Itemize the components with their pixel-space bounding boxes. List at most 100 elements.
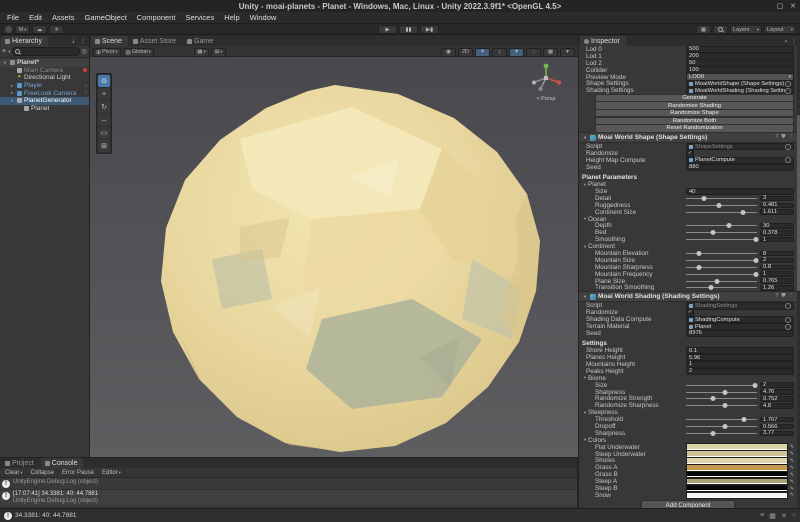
hierarchy-item-directional-light[interactable]: ☀Directional Light (0, 74, 89, 82)
grid-snap-icon[interactable]: ▦▾ (194, 48, 209, 57)
menu-file[interactable]: File (2, 13, 24, 22)
eyedropper-icon[interactable]: ✎ (790, 444, 794, 450)
eyedropper-icon[interactable]: ✎ (790, 458, 794, 464)
more-icon[interactable]: ⋮ (789, 293, 795, 300)
menu-edit[interactable]: Edit (24, 13, 47, 22)
object-picker-icon[interactable] (785, 317, 791, 323)
lighting-icon[interactable]: ☀ (475, 48, 490, 57)
hierarchy-menu-icon[interactable]: ⋮ (80, 38, 86, 45)
sharpness-value-field[interactable]: 4.76 (760, 389, 794, 395)
layers-dropdown[interactable]: Layers▾ (730, 25, 762, 34)
snap-increment-icon[interactable]: ⊞▾ (211, 48, 226, 57)
error-pause-button[interactable]: Error Pause (59, 468, 98, 477)
menu-help[interactable]: Help (219, 13, 244, 22)
slider-handle[interactable] (723, 403, 728, 408)
tab-game[interactable]: Game (183, 36, 219, 46)
play-button[interactable]: ▶ (378, 25, 397, 34)
view-tool[interactable]: ⊙ (98, 75, 110, 87)
activity-icon[interactable]: ≡ (760, 512, 764, 519)
gizmo-persp-label[interactable]: < Persp (526, 96, 566, 102)
slider-handle[interactable] (696, 251, 701, 256)
slider-handle[interactable] (752, 383, 757, 388)
hierarchy-item-planet[interactable]: Planet (0, 105, 89, 113)
grid-icon[interactable]: ▦ (543, 48, 558, 57)
maximize-icon[interactable]: ▢ (777, 2, 784, 10)
camera-preview-icon[interactable]: ◉ (441, 48, 456, 57)
hierarchy-item-main-camera[interactable]: Main Camera (0, 67, 89, 75)
smoothing-value-field[interactable]: 1 (760, 237, 794, 243)
slider-handle[interactable] (714, 279, 719, 284)
peaks-height-field[interactable]: 2 (686, 368, 794, 376)
expand-arrow-icon[interactable]: ▾ (2, 60, 8, 66)
sharpness-value-field[interactable]: 3.77 (760, 431, 794, 437)
plane-size-value-field[interactable]: 0.765 (760, 278, 794, 284)
slider-handle[interactable] (710, 230, 715, 235)
menu-gameobject[interactable]: GameObject (80, 13, 132, 22)
eyedropper-icon[interactable]: ✎ (790, 479, 794, 485)
tab-scene[interactable]: Scene (91, 36, 128, 46)
mountain-frequency-value-field[interactable]: 1 (760, 271, 794, 277)
hierarchy-item-planetgenerator[interactable]: ▾PlanetGenerator (0, 97, 89, 105)
object-picker-icon[interactable] (785, 157, 791, 163)
slider-handle[interactable] (753, 237, 758, 242)
menu-assets[interactable]: Assets (47, 13, 80, 22)
component-header-moai-world-shading-shading-settings[interactable]: ▾Moai World Shading (Shading Settings)?⛊… (579, 291, 797, 302)
slider-handle[interactable] (708, 285, 713, 290)
scale-tool[interactable]: ↔ (98, 114, 110, 126)
threshold-value-field[interactable]: 1.707 (760, 417, 794, 423)
scene-viewport[interactable]: ⊙+↻↔▭⊞ < Persp (90, 57, 578, 457)
randomize-sharpness-value-field[interactable]: 4.8 (760, 403, 794, 409)
tab-inspector[interactable]: Inspector (580, 36, 626, 46)
continent-size-value-field[interactable]: 1.611 (760, 209, 794, 215)
slider-handle[interactable] (753, 272, 758, 277)
rect-tool[interactable]: ▭ (98, 127, 110, 139)
cloud-icon[interactable]: ☁ (32, 25, 47, 34)
smoothing-slider[interactable] (686, 236, 757, 243)
rotate-tool[interactable]: ↻ (98, 101, 110, 113)
slider-handle[interactable] (742, 417, 747, 422)
seed-field[interactable]: 880 (686, 164, 794, 172)
foldout-arrow-icon[interactable]: ▾ (582, 294, 588, 300)
audio-icon[interactable]: ♪ (492, 48, 507, 57)
hierarchy-item-freelook-camera[interactable]: ▸FreeLook Camera› (0, 89, 89, 97)
status-message[interactable]: 34.3381: 40: 44.7881 (15, 512, 76, 519)
expand-arrow-icon[interactable]: ▸ (9, 83, 15, 89)
eyedropper-icon[interactable]: ✎ (790, 465, 794, 471)
pivot-dropdown[interactable]: ⊕Pivot▾ (93, 48, 121, 57)
tab-hierarchy[interactable]: Hierarchy (1, 36, 48, 46)
object-picker-icon[interactable] (785, 324, 791, 330)
slider-handle[interactable] (710, 396, 715, 401)
slider-handle[interactable] (701, 196, 706, 201)
menu-component[interactable]: Component (132, 13, 181, 22)
inspector-menu-icon[interactable]: ⋮ (791, 38, 797, 45)
dropoff-value-field[interactable]: 0.566 (760, 424, 794, 430)
lock-icon[interactable]: ▪ (785, 39, 787, 45)
expand-arrow-icon[interactable]: ▸ (9, 90, 15, 96)
randomize-strength-value-field[interactable]: 0.752 (760, 396, 794, 402)
size-value-field[interactable]: 2 (760, 382, 794, 388)
tab-asset-store[interactable]: Asset Store (129, 36, 182, 46)
pin-icon[interactable]: ⇣ (71, 38, 76, 45)
preset-icon[interactable]: ⛊ (781, 134, 785, 141)
pause-button[interactable]: ▮▮ (399, 25, 418, 34)
mountain-sharpness-value-field[interactable]: 0.8 (760, 265, 794, 271)
slider-handle[interactable] (717, 203, 722, 208)
gear-icon[interactable]: ✳ (49, 25, 64, 34)
foldout-arrow-icon[interactable]: ▾ (582, 135, 588, 141)
ruggedness-value-field[interactable]: 0.481 (760, 203, 794, 209)
detail-value-field[interactable]: 3 (760, 196, 794, 202)
slider-handle[interactable] (740, 210, 745, 215)
eyedropper-icon[interactable]: ✎ (790, 472, 794, 478)
prefab-open-icon[interactable]: › (85, 83, 87, 89)
slider-handle[interactable] (726, 223, 731, 228)
object-picker-icon[interactable] (785, 81, 791, 87)
slider-handle[interactable] (723, 390, 728, 395)
close-icon[interactable]: ✕ (790, 2, 796, 10)
picker-icon[interactable]: ◎ (82, 48, 87, 55)
eyedropper-icon[interactable]: ✎ (790, 451, 794, 457)
reset-randomization-button[interactable]: Reset Randomization (595, 124, 794, 132)
hierarchy-item-planet[interactable]: ▾Planet* (0, 59, 89, 67)
progress-icon[interactable]: ○ (792, 512, 796, 519)
mountain-elevation-value-field[interactable]: 8 (760, 251, 794, 257)
hierarchy-item-player[interactable]: ▸Player› (0, 82, 89, 90)
